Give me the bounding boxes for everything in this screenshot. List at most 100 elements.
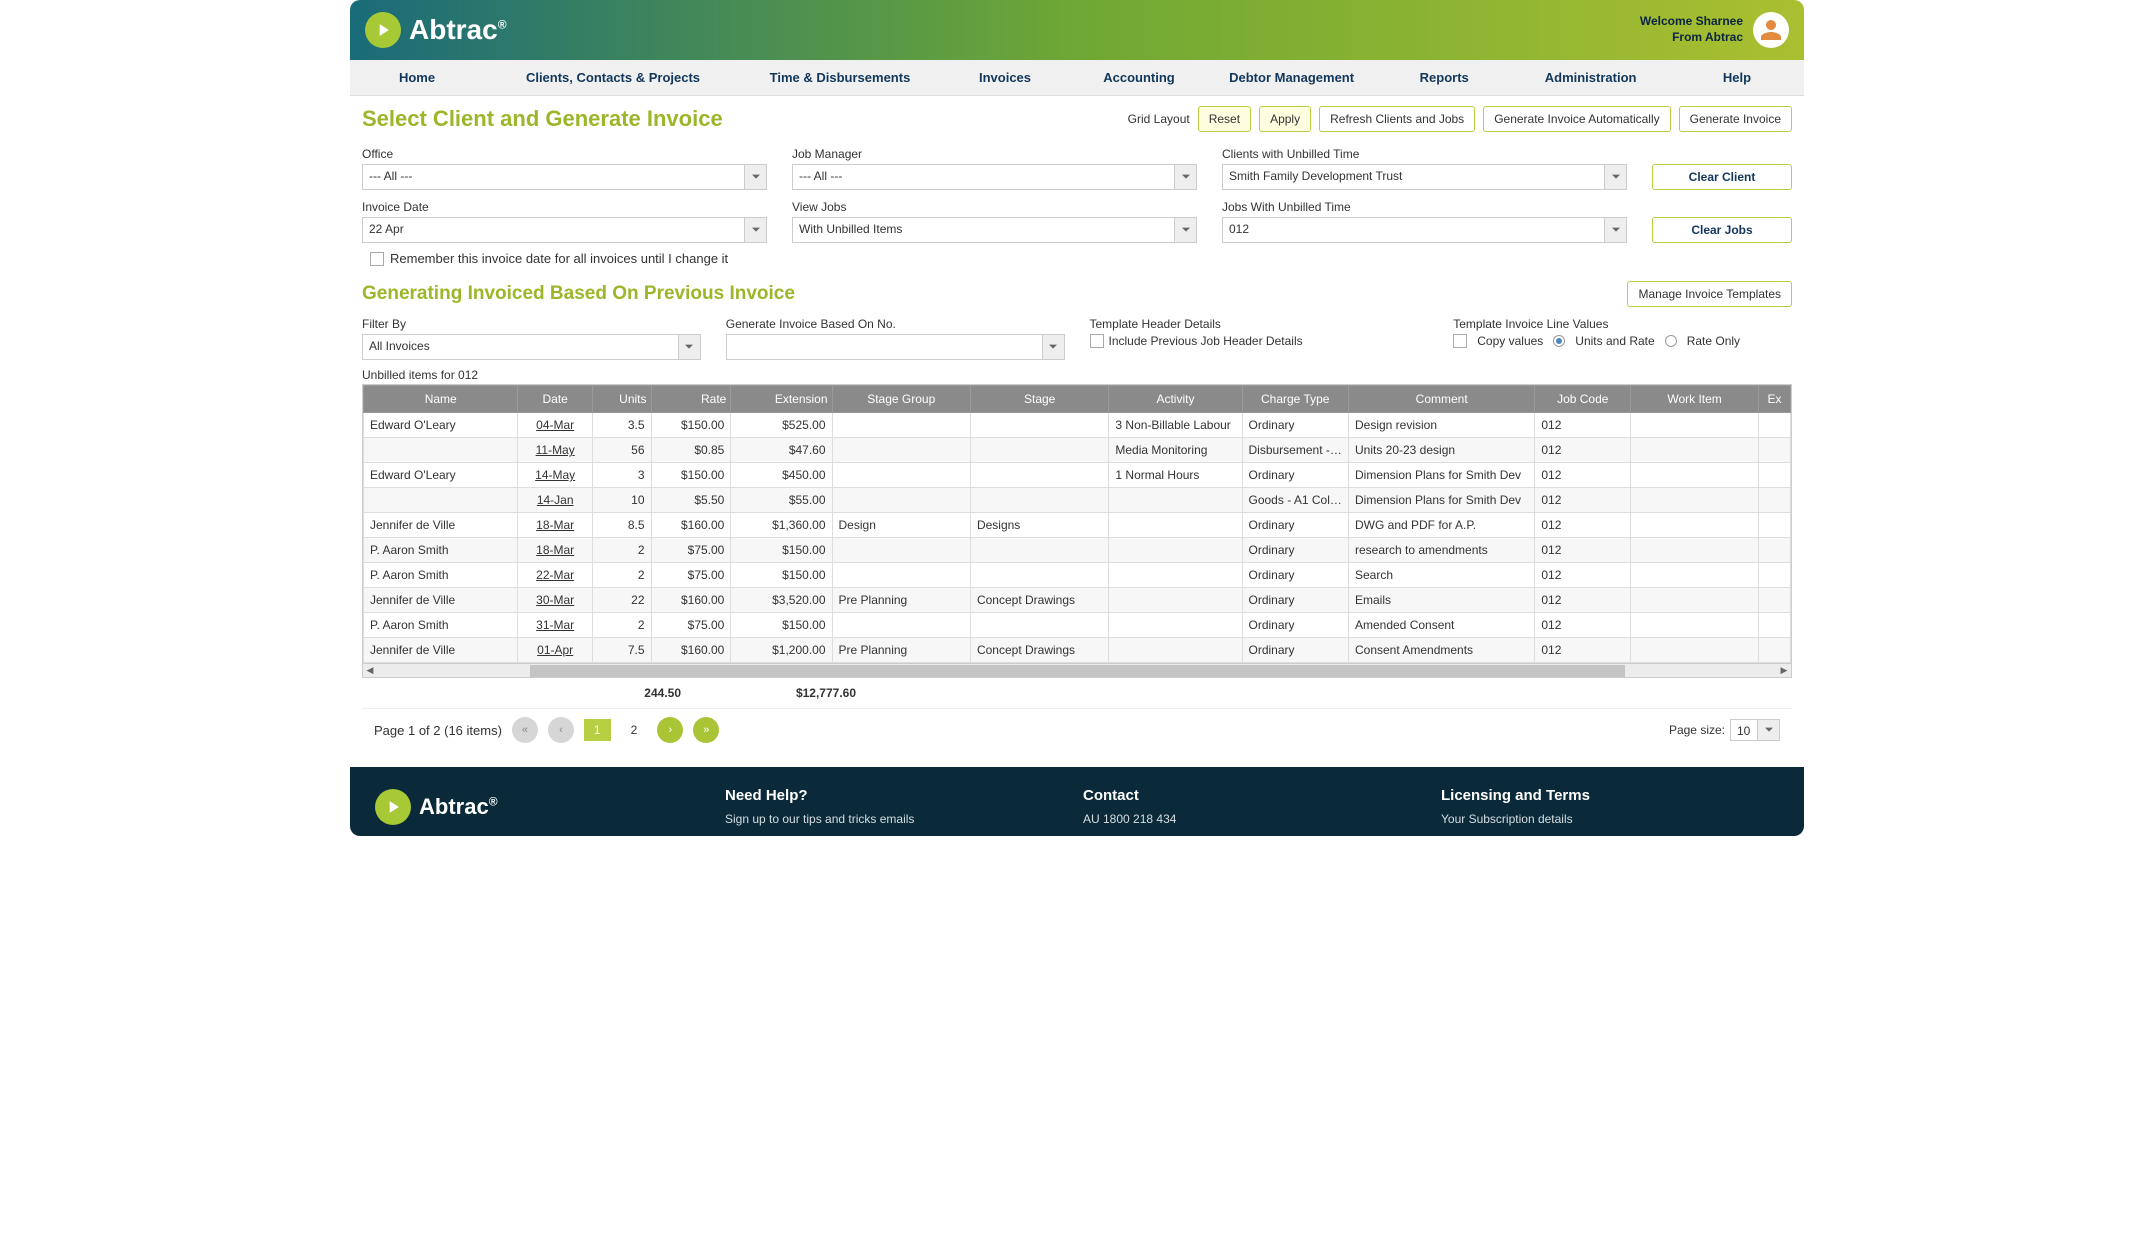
cell-job-code: 012 xyxy=(1535,638,1631,663)
nav-clients[interactable]: Clients, Contacts & Projects xyxy=(484,60,742,95)
nav-debtor[interactable]: Debtor Management xyxy=(1206,60,1377,95)
cell-stage xyxy=(970,613,1108,638)
office-label: Office xyxy=(362,147,767,161)
cell-date[interactable]: 18-Mar xyxy=(518,513,593,538)
generate-invoice-button[interactable]: Generate Invoice xyxy=(1679,106,1792,132)
cell-stage: Concept Drawings xyxy=(970,588,1108,613)
nav-invoices[interactable]: Invoices xyxy=(938,60,1072,95)
chevron-down-icon[interactable] xyxy=(744,218,766,242)
cell-date[interactable]: 11-May xyxy=(518,438,593,463)
pager-prev-button[interactable]: ‹ xyxy=(548,717,574,743)
nav-help[interactable]: Help xyxy=(1670,60,1804,95)
include-prev-checkbox[interactable] xyxy=(1090,334,1104,348)
cell-date[interactable]: 01-Apr xyxy=(518,638,593,663)
nav-time[interactable]: Time & Disbursements xyxy=(742,60,938,95)
welcome-line-2: From Abtrac xyxy=(1640,30,1743,46)
table-row[interactable]: P. Aaron Smith31-Mar2$75.00$150.00Ordina… xyxy=(364,613,1791,638)
chevron-down-icon[interactable] xyxy=(1174,165,1196,189)
cell-work-item xyxy=(1631,638,1759,663)
cell-charge-type: Goods - A1 Colo... xyxy=(1242,488,1348,513)
units-rate-radio[interactable] xyxy=(1553,335,1565,347)
cell-ex xyxy=(1758,588,1790,613)
pager-next-button[interactable]: › xyxy=(657,717,683,743)
cell-units: 2 xyxy=(592,613,651,638)
cell-ex xyxy=(1758,513,1790,538)
table-row[interactable]: P. Aaron Smith22-Mar2$75.00$150.00Ordina… xyxy=(364,563,1791,588)
cell-job-code: 012 xyxy=(1535,513,1631,538)
cell-activity: 1 Normal Hours xyxy=(1109,463,1242,488)
footer-help-text[interactable]: Sign up to our tips and tricks emails xyxy=(725,812,1063,826)
remember-date-checkbox[interactable] xyxy=(370,252,384,266)
refresh-clients-button[interactable]: Refresh Clients and Jobs xyxy=(1319,106,1475,132)
pager-first-button[interactable]: « xyxy=(512,717,538,743)
cell-stage-group xyxy=(832,463,970,488)
table-row[interactable]: 14-Jan10$5.50$55.00Goods - A1 Colo...Dim… xyxy=(364,488,1791,513)
pager-last-button[interactable]: » xyxy=(693,717,719,743)
nav-accounting[interactable]: Accounting xyxy=(1072,60,1206,95)
table-row[interactable]: Jennifer de Ville30-Mar22$160.00$3,520.0… xyxy=(364,588,1791,613)
cell-work-item xyxy=(1631,513,1759,538)
based-on-select[interactable] xyxy=(726,334,1065,360)
table-row[interactable]: Edward O'Leary14-May3$150.00$450.001 Nor… xyxy=(364,463,1791,488)
table-row[interactable]: Edward O'Leary04-Mar3.5$150.00$525.003 N… xyxy=(364,413,1791,438)
cell-extension: $150.00 xyxy=(731,563,832,588)
total-extension: $12,777.60 xyxy=(687,686,862,700)
clear-client-button[interactable]: Clear Client xyxy=(1652,164,1792,190)
cell-date[interactable]: 22-Mar xyxy=(518,563,593,588)
generate-auto-button[interactable]: Generate Invoice Automatically xyxy=(1483,106,1670,132)
cell-job-code: 012 xyxy=(1535,563,1631,588)
cell-date[interactable]: 30-Mar xyxy=(518,588,593,613)
reset-button[interactable]: Reset xyxy=(1198,106,1251,132)
cell-date[interactable]: 04-Mar xyxy=(518,413,593,438)
apply-button[interactable]: Apply xyxy=(1259,106,1311,132)
scroll-thumb[interactable] xyxy=(530,665,1625,677)
chevron-down-icon[interactable] xyxy=(744,165,766,189)
user-icon xyxy=(1759,18,1783,42)
nav-home[interactable]: Home xyxy=(350,60,484,95)
view-jobs-select[interactable]: With Unbilled Items xyxy=(792,217,1197,243)
pager-page-2[interactable]: 2 xyxy=(621,719,648,741)
table-row[interactable]: 11-May56$0.85$47.60Media MonitoringDisbu… xyxy=(364,438,1791,463)
chevron-down-icon[interactable] xyxy=(678,335,700,359)
cell-date[interactable]: 31-Mar xyxy=(518,613,593,638)
page-size-select[interactable]: 10 xyxy=(1730,719,1780,741)
cell-date[interactable]: 14-Jan xyxy=(518,488,593,513)
footer-logo[interactable]: Abtrac® xyxy=(375,787,705,826)
cell-extension: $1,360.00 xyxy=(731,513,832,538)
footer-lic-text[interactable]: Your Subscription details xyxy=(1441,812,1779,826)
nav-reports[interactable]: Reports xyxy=(1377,60,1511,95)
invoice-date-select[interactable]: 22 Apr xyxy=(362,217,767,243)
cell-stage-group xyxy=(832,438,970,463)
cell-ex xyxy=(1758,488,1790,513)
avatar[interactable] xyxy=(1753,12,1789,48)
clients-unbilled-select[interactable]: Smith Family Development Trust xyxy=(1222,164,1627,190)
copy-values-checkbox[interactable] xyxy=(1453,334,1467,348)
table-row[interactable]: Jennifer de Ville18-Mar8.5$160.00$1,360.… xyxy=(364,513,1791,538)
table-row[interactable]: P. Aaron Smith18-Mar2$75.00$150.00Ordina… xyxy=(364,538,1791,563)
rate-only-label: Rate Only xyxy=(1687,334,1740,348)
cell-stage xyxy=(970,413,1108,438)
nav-admin[interactable]: Administration xyxy=(1511,60,1670,95)
rate-only-radio[interactable] xyxy=(1665,335,1677,347)
clear-jobs-button[interactable]: Clear Jobs xyxy=(1652,217,1792,243)
unbilled-items-table: Name Date Units Rate Extension Stage Gro… xyxy=(362,384,1792,678)
chevron-down-icon[interactable] xyxy=(1604,165,1626,189)
manage-templates-button[interactable]: Manage Invoice Templates xyxy=(1627,281,1792,307)
scroll-right-icon[interactable]: ▶ xyxy=(1777,664,1791,678)
cell-stage xyxy=(970,438,1108,463)
cell-date[interactable]: 14-May xyxy=(518,463,593,488)
job-manager-select[interactable]: --- All --- xyxy=(792,164,1197,190)
filter-by-select[interactable]: All Invoices xyxy=(362,334,701,360)
chevron-down-icon[interactable] xyxy=(1757,720,1779,740)
cell-date[interactable]: 18-Mar xyxy=(518,538,593,563)
chevron-down-icon[interactable] xyxy=(1604,218,1626,242)
brand-logo[interactable]: Abtrac® xyxy=(365,12,507,48)
chevron-down-icon[interactable] xyxy=(1174,218,1196,242)
pager-page-1[interactable]: 1 xyxy=(584,719,611,741)
jobs-unbilled-select[interactable]: 012 xyxy=(1222,217,1627,243)
office-select[interactable]: --- All --- xyxy=(362,164,767,190)
chevron-down-icon[interactable] xyxy=(1042,335,1064,359)
scroll-left-icon[interactable]: ◀ xyxy=(363,664,377,678)
horizontal-scrollbar[interactable]: ◀ ▶ xyxy=(363,663,1791,677)
table-row[interactable]: Jennifer de Ville01-Apr7.5$160.00$1,200.… xyxy=(364,638,1791,663)
